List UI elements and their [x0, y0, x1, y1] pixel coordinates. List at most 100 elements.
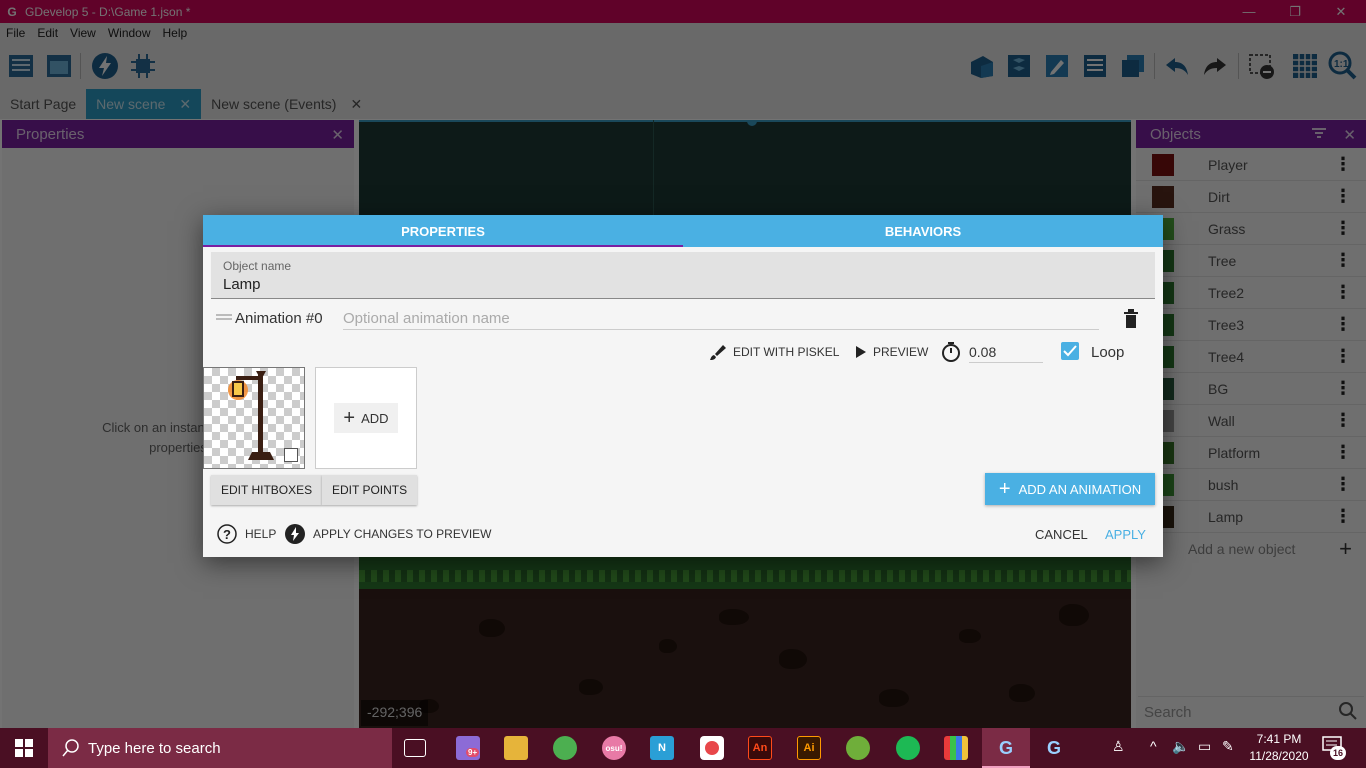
object-list-item[interactable]: Grass ⋮ — [1136, 213, 1366, 245]
grid-app-icon[interactable] — [944, 736, 968, 760]
loop-checkbox[interactable] — [1061, 342, 1079, 360]
grid-icon[interactable] — [1290, 51, 1320, 81]
project-manager-icon[interactable] — [6, 51, 36, 81]
windows-start-icon[interactable] — [0, 728, 48, 768]
tab-new-scene[interactable]: New scene ✕ — [86, 89, 202, 119]
object-list-item[interactable]: Wall ⋮ — [1136, 405, 1366, 437]
filter-icon[interactable] — [1312, 126, 1326, 142]
network-icon[interactable]: ▭ — [1198, 738, 1211, 755]
preview-lightning-icon[interactable] — [90, 51, 120, 81]
object-list-item[interactable]: BG ⋮ — [1136, 373, 1366, 405]
menu-file[interactable]: File — [0, 26, 31, 40]
close-tab-icon[interactable]: ✕ — [179, 96, 191, 113]
cancel-button[interactable]: CANCEL — [1035, 527, 1088, 542]
more-vert-icon[interactable]: ⋮ — [1334, 410, 1352, 431]
menu-edit[interactable]: Edit — [31, 26, 64, 40]
close-panel-icon[interactable]: ✕ — [1343, 126, 1356, 144]
taskbar-search[interactable]: Type here to search — [48, 728, 392, 768]
gdevelop-taskbar-icon[interactable]: G — [994, 736, 1018, 760]
system-clock[interactable]: 7:41 PM 11/28/2020 — [1244, 731, 1314, 765]
n-app-icon[interactable]: N — [650, 736, 674, 760]
osu-icon[interactable]: osu! — [602, 736, 626, 760]
more-vert-icon[interactable]: ⋮ — [1334, 314, 1352, 335]
photos-app-icon[interactable] — [700, 736, 724, 760]
chrome-icon[interactable] — [553, 736, 577, 760]
edit-hitboxes-button[interactable]: EDIT HITBOXES — [211, 475, 323, 505]
object-list-item[interactable]: bush ⋮ — [1136, 469, 1366, 501]
instances-list-icon[interactable] — [1080, 51, 1110, 81]
delete-animation-trash-icon[interactable] — [1123, 309, 1139, 332]
more-vert-icon[interactable]: ⋮ — [1334, 346, 1352, 367]
file-explorer-icon[interactable] — [504, 736, 528, 760]
properties-pencil-icon[interactable] — [1042, 51, 1072, 81]
apply-changes-to-preview-button[interactable]: APPLY CHANGES TO PREVIEW — [285, 520, 492, 548]
undo-icon[interactable] — [1162, 51, 1192, 81]
animation-name-input[interactable] — [343, 308, 1099, 330]
more-vert-icon[interactable]: ⋮ — [1334, 154, 1352, 175]
more-vert-icon[interactable]: ⋮ — [1334, 218, 1352, 239]
drag-handle-icon[interactable] — [216, 314, 232, 320]
help-button[interactable]: ? HELP — [217, 520, 276, 548]
menu-view[interactable]: View — [64, 26, 102, 40]
chevron-up-icon[interactable]: ^ — [1150, 738, 1157, 754]
object-name-field[interactable]: Object name Lamp — [211, 252, 1155, 299]
tab-behaviors[interactable]: BEHAVIORS — [683, 215, 1163, 247]
close-panel-icon[interactable]: ✕ — [331, 126, 344, 144]
add-new-object[interactable]: Add a new object — [1188, 541, 1295, 557]
object-list-item[interactable]: Platform ⋮ — [1136, 437, 1366, 469]
preview-animation-button[interactable]: PREVIEW — [855, 339, 928, 365]
objects-search[interactable]: Search — [1138, 696, 1364, 726]
sprite-options-icon[interactable] — [284, 448, 298, 462]
more-vert-icon[interactable]: ⋮ — [1334, 250, 1352, 271]
object-list-item[interactable]: Dirt ⋮ — [1136, 181, 1366, 213]
tab-properties[interactable]: PROPERTIES — [203, 215, 683, 247]
more-vert-icon[interactable]: ⋮ — [1334, 442, 1352, 463]
more-vert-icon[interactable]: ⋮ — [1334, 474, 1352, 495]
tab-new-scene-events[interactable]: New scene (Events) ✕ — [201, 89, 372, 119]
object-list-item[interactable]: Tree4 ⋮ — [1136, 341, 1366, 373]
edit-with-piskel-button[interactable]: EDIT WITH PISKEL — [709, 339, 839, 365]
sprite-frame-thumbnail[interactable] — [203, 367, 305, 469]
zoom-reset-icon[interactable]: 1:1 — [1328, 51, 1358, 81]
more-vert-icon[interactable]: ⋮ — [1334, 378, 1352, 399]
close-tab-icon[interactable]: ✕ — [350, 96, 362, 113]
spotify-icon[interactable] — [896, 736, 920, 760]
people-icon[interactable]: ♙ — [1112, 738, 1125, 755]
pen-icon[interactable]: ✎ — [1222, 738, 1234, 755]
open-objects-icon[interactable] — [966, 51, 996, 81]
add-animation-button[interactable]: + ADD AN ANIMATION — [985, 473, 1155, 505]
tab-start-page[interactable]: Start Page — [0, 89, 86, 119]
edit-points-button[interactable]: EDIT POINTS — [322, 475, 418, 505]
minimize-button[interactable]: — — [1226, 0, 1272, 23]
object-list-item[interactable]: Tree2 ⋮ — [1136, 277, 1366, 309]
task-view-icon[interactable] — [404, 739, 426, 757]
adobe-animate-icon[interactable]: An — [748, 736, 772, 760]
restore-button[interactable]: ❐ — [1272, 0, 1318, 23]
scene-window-icon[interactable] — [44, 51, 74, 81]
object-list-item[interactable]: Player ⋮ — [1136, 149, 1366, 181]
apply-button[interactable]: APPLY — [1105, 527, 1146, 542]
animation-speed-input[interactable] — [969, 341, 1043, 363]
close-window-button[interactable]: ✕ — [1318, 0, 1364, 23]
add-sprite-button[interactable]: + ADD — [334, 403, 398, 433]
more-vert-icon[interactable]: ⋮ — [1334, 282, 1352, 303]
layers-icon[interactable] — [1118, 51, 1148, 81]
app-sphere-icon[interactable] — [846, 736, 870, 760]
more-vert-icon[interactable]: ⋮ — [1334, 506, 1352, 527]
more-vert-icon[interactable]: ⋮ — [1334, 186, 1352, 207]
menu-window[interactable]: Window — [102, 26, 157, 40]
volume-icon[interactable]: 🔈 — [1172, 738, 1189, 755]
add-object-plus-icon[interactable]: + — [1339, 536, 1352, 562]
notifications-icon[interactable]: 16 — [1322, 736, 1350, 760]
window-mask-icon[interactable] — [1246, 51, 1276, 81]
object-name-value[interactable]: Lamp — [223, 276, 261, 293]
object-groups-icon[interactable] — [1004, 51, 1034, 81]
redo-icon[interactable] — [1200, 51, 1230, 81]
debugger-icon[interactable] — [128, 51, 158, 81]
object-list-item[interactable]: Lamp ⋮ — [1136, 501, 1366, 533]
object-list-item[interactable]: Tree ⋮ — [1136, 245, 1366, 277]
adobe-illustrator-icon[interactable]: Ai — [797, 736, 821, 760]
chat-app-icon[interactable]: 9+ — [456, 736, 480, 760]
gdevelop-taskbar-icon-2[interactable]: G — [1042, 736, 1066, 760]
menu-help[interactable]: Help — [157, 26, 194, 40]
